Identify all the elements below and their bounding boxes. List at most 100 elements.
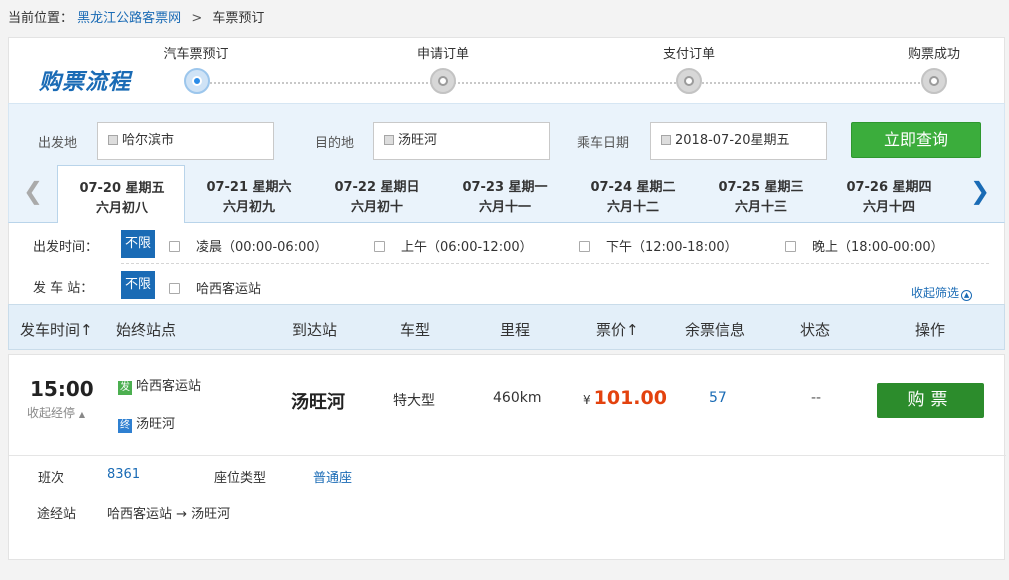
destination: 汤旺河	[291, 392, 345, 413]
route-label: 途经站	[37, 507, 77, 522]
date-tab[interactable]: 07-25 星期三 六月十三	[697, 165, 825, 223]
to-label: 目的地	[315, 136, 355, 151]
date-tab-lunar: 六月初八	[95, 201, 148, 216]
date-tab-lunar: 六月初九	[222, 200, 275, 215]
from-value: 哈尔滨市	[122, 133, 175, 148]
date-tabs: ❮ 07-20 星期五 六月初八 07-21 星期六 六月初九 07-22 星期…	[8, 165, 1005, 224]
date-tab[interactable]: 07-22 星期日 六月初十	[313, 165, 441, 223]
from-input[interactable]: 哈尔滨市	[97, 122, 274, 160]
date-tab-date: 07-20 星期五	[79, 181, 165, 196]
collapse-filters-link[interactable]: 收起筛选 ▲	[911, 284, 973, 301]
row-divider	[9, 455, 1006, 456]
departure-badge-icon: 发	[118, 381, 132, 395]
date-tab[interactable]: 07-20 星期五 六月初八	[57, 165, 185, 224]
time-filter-option[interactable]: 下午（12:00-18:00）	[579, 236, 738, 255]
prev-date-chevron-left-icon[interactable]: ❮	[23, 179, 43, 203]
date-value: 2018-07-20星期五	[675, 133, 790, 148]
header-distance: 里程	[500, 321, 531, 339]
route-value: 哈西客运站 → 汤旺河	[107, 507, 231, 522]
breadcrumb: 当前位置： 黑龙江公路客票网 > 车票预订	[8, 7, 264, 26]
header-departure-time-sort[interactable]: 发车时间↑	[20, 319, 93, 340]
time-option-label: 晚上（18:00-00:00）	[812, 240, 944, 255]
process-step-label: 购票成功	[907, 47, 960, 62]
header-stations: 始终站点	[116, 321, 177, 339]
step-dot-icon	[921, 68, 947, 94]
results-table-header: 发车时间↑ 始终站点 到达站 车型 里程 票价↑ 余票信息 状态 操作	[8, 304, 1005, 350]
station-filter-option[interactable]: 哈西客运站	[169, 278, 261, 297]
remaining-seats: 57	[709, 390, 727, 406]
time-option-label: 凌晨（00:00-06:00）	[196, 240, 328, 255]
seat-type-label: 座位类型	[214, 471, 267, 486]
date-tab-date: 07-24 星期二	[590, 180, 676, 195]
process-track	[199, 82, 936, 84]
station-filter-all-button[interactable]: 不限	[121, 271, 155, 299]
bus-type: 特大型	[393, 393, 435, 409]
process-title: 购票流程	[39, 70, 132, 95]
step-dot-icon	[676, 68, 702, 94]
price-amount: 101.00	[593, 387, 667, 409]
breadcrumb-prefix: 当前位置：	[8, 11, 74, 26]
date-tab[interactable]: 07-24 星期二 六月十二	[569, 165, 697, 223]
date-tab-date: 07-23 星期一	[462, 180, 548, 195]
checkbox-icon	[169, 283, 180, 294]
city-icon	[108, 135, 118, 145]
purchase-process-panel: 购票流程 汽车票预订 申请订单 支付订单 购票成功	[8, 37, 1005, 103]
terminal-station-name: 汤旺河	[136, 417, 176, 432]
header-seats: 余票信息	[685, 321, 746, 339]
step-active-dot-icon	[184, 68, 210, 94]
seat-type-value: 普通座	[313, 471, 353, 486]
collapse-filters-label: 收起筛选	[911, 286, 960, 300]
checkbox-icon	[169, 241, 180, 252]
breadcrumb-separator: >	[191, 11, 203, 26]
time-filter-option[interactable]: 凌晨（00:00-06:00）	[169, 236, 328, 255]
filter-panel: 出发时间： 不限 凌晨（00:00-06:00） 上午（06:00-12:00）…	[8, 223, 1005, 304]
departure-time: 15:00	[30, 377, 94, 401]
date-tab-lunar: 六月十二	[606, 200, 659, 215]
collapse-stops-label: 收起经停	[27, 406, 76, 420]
process-step-label: 支付订单	[662, 47, 715, 62]
date-tab[interactable]: 07-26 星期四 六月十四	[825, 165, 953, 223]
time-filter-option[interactable]: 晚上（18:00-00:00）	[785, 236, 944, 255]
date-tab-lunar: 六月初十	[350, 200, 403, 215]
process-step-label: 申请订单	[416, 47, 469, 62]
to-input[interactable]: 汤旺河	[373, 122, 550, 160]
filter-divider	[121, 263, 989, 264]
origin-station: 发哈西客运站	[118, 375, 201, 395]
time-option-label: 上午（06:00-12:00）	[401, 240, 533, 255]
departure-station-label: 发 车 站：	[33, 281, 94, 296]
checkbox-icon	[785, 241, 796, 252]
step-dot-icon	[430, 68, 456, 94]
chevron-up-icon: ▲	[961, 290, 973, 301]
date-input[interactable]: 2018-07-20星期五	[650, 122, 827, 160]
collapse-stops-link[interactable]: 收起经停 ▲	[27, 404, 85, 421]
search-button[interactable]: 立即查询	[851, 122, 981, 158]
terminal-badge-icon: 终	[118, 419, 132, 433]
calendar-icon	[661, 135, 671, 145]
station-option-label: 哈西客运站	[196, 282, 262, 297]
table-row: 15:00 收起经停 ▲ 发哈西客运站 终汤旺河 汤旺河 特大型 460km ¥…	[8, 354, 1006, 560]
caret-up-icon: ▲	[78, 410, 85, 419]
origin-station-name: 哈西客运站	[136, 379, 202, 394]
date-tab[interactable]: 07-23 星期一 六月十一	[441, 165, 569, 223]
status: --	[811, 390, 822, 406]
breadcrumb-current: 车票预订	[212, 11, 265, 26]
date-tab-lunar: 六月十三	[734, 200, 787, 215]
time-filter-all-button[interactable]: 不限	[121, 230, 155, 258]
terminal-station: 终汤旺河	[118, 413, 175, 433]
date-tab[interactable]: 07-21 星期六 六月初九	[185, 165, 313, 223]
distance: 460km	[493, 390, 542, 406]
header-arrival: 到达站	[292, 321, 338, 339]
departure-time-label: 出发时间：	[33, 240, 99, 255]
time-option-label: 下午（12:00-18:00）	[606, 240, 738, 255]
search-bar: 出发地 哈尔滨市 目的地 汤旺河 乘车日期 2018-07-20星期五 立即查询	[8, 103, 1005, 165]
next-date-chevron-right-icon[interactable]: ❯	[970, 179, 990, 203]
time-filter-option[interactable]: 上午（06:00-12:00）	[374, 236, 533, 255]
ticket-price: ¥101.00	[583, 387, 667, 409]
buy-ticket-button[interactable]: 购票	[877, 383, 984, 418]
breadcrumb-home-link[interactable]: 黑龙江公路客票网	[77, 11, 181, 26]
header-price-sort[interactable]: 票价↑	[596, 319, 639, 340]
checkbox-icon	[374, 241, 385, 252]
process-step-label: 汽车票预订	[163, 47, 229, 62]
location-icon	[384, 135, 394, 145]
date-tab-lunar: 六月十四	[862, 200, 915, 215]
